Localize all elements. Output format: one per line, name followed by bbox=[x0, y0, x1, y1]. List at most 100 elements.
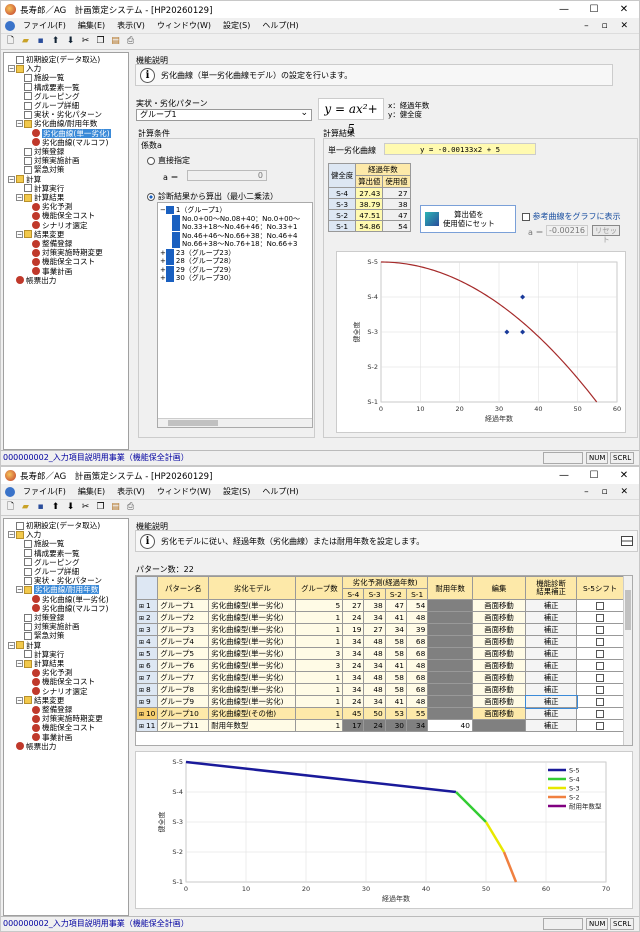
group-tree[interactable]: −1（グループ1） No.0+00～No.08+40：No.0+00～ No.33+… bbox=[157, 202, 313, 428]
cut-icon-2[interactable]: ✂ bbox=[80, 502, 91, 513]
menu-help-2[interactable]: ヘルプ(H) bbox=[256, 486, 304, 497]
print-icon[interactable]: ⎙ bbox=[125, 36, 136, 47]
expand-icon[interactable]: ⊞ bbox=[139, 723, 146, 730]
navigation-tree-2[interactable]: 初期設定(データ取込) − 入力 施設一覧 構成要素一覧 グルーピング グループ詳細 実状・劣… bbox=[3, 518, 129, 916]
ref-a-input[interactable]: -0.00216 bbox=[546, 225, 588, 236]
table-row[interactable]: ⊞ 11 グループ11 耐用年数型 1 17 24 30 34 40 補正 bbox=[136, 719, 624, 732]
menu-edit[interactable]: 編集(E) bbox=[72, 20, 111, 31]
tree-item[interactable]: 構成要素一覧 bbox=[24, 83, 80, 92]
row-s1[interactable]: 55 bbox=[405, 707, 429, 720]
open-icon[interactable]: ▰ bbox=[20, 36, 31, 47]
table-row[interactable]: ⊞ 9 グループ9 劣化曲線型(単一劣化) 1 24 34 41 48 画面移動 補正 bbox=[136, 694, 624, 709]
shift-checkbox[interactable] bbox=[596, 710, 605, 718]
maximize-icon-2[interactable]: ☐ bbox=[579, 470, 609, 481]
row-s1[interactable]: 48 bbox=[405, 659, 429, 672]
row-s3[interactable]: 48 bbox=[363, 635, 386, 648]
group-checkbox[interactable] bbox=[165, 274, 174, 282]
shift-checkbox[interactable] bbox=[596, 626, 605, 634]
tree-item[interactable]: − 入力 bbox=[8, 64, 41, 73]
row-edit-button[interactable]: 画面移動 bbox=[471, 623, 527, 636]
shift-checkbox[interactable] bbox=[596, 638, 605, 646]
copy-icon-2[interactable]: ❐ bbox=[95, 502, 106, 513]
tree-item[interactable]: 実状・劣化パターン bbox=[24, 110, 102, 119]
row-edit-button[interactable]: 画面移動 bbox=[471, 659, 527, 672]
tree-item[interactable]: 実状・劣化パターン bbox=[24, 576, 102, 585]
shift-checkbox[interactable] bbox=[596, 698, 605, 706]
a-input[interactable]: 0 bbox=[187, 170, 267, 181]
collapse-icon[interactable]: − bbox=[8, 641, 15, 649]
new-icon[interactable]: 🗋 bbox=[5, 36, 16, 47]
table-row[interactable]: ⊞ 3 グループ3 劣化曲線型(単一劣化) 1 19 27 34 39 画面移動 補正 bbox=[136, 623, 624, 636]
reset-button[interactable]: リセット bbox=[592, 225, 620, 244]
tree-item[interactable]: 帳票出力 bbox=[16, 276, 56, 285]
minimize-icon-2[interactable]: — bbox=[549, 470, 579, 481]
row-correct-button[interactable]: 補正 bbox=[525, 659, 578, 672]
row-used[interactable]: 38 bbox=[382, 198, 411, 210]
table-row[interactable]: ⊞ 6 グループ6 劣化曲線型(単一劣化) 3 24 34 41 48 画面移動 補正 bbox=[136, 659, 624, 672]
tree-item[interactable]: 計算実行 bbox=[24, 184, 64, 193]
copy-icon[interactable]: ❐ bbox=[95, 36, 106, 47]
row-correct-button[interactable]: 補正 bbox=[525, 671, 578, 684]
tree-item[interactable]: 劣化曲線(単一劣化) bbox=[32, 128, 111, 138]
tree-item[interactable]: 機能保全コスト bbox=[32, 211, 95, 220]
shift-checkbox[interactable] bbox=[596, 614, 605, 622]
row-correct-button[interactable]: 補正 bbox=[525, 683, 578, 696]
menu-settings[interactable]: 設定(S) bbox=[217, 20, 256, 31]
row-s2[interactable]: 47 bbox=[384, 599, 407, 612]
expand-icon[interactable]: ⊞ bbox=[139, 711, 146, 718]
tree-item[interactable]: 対策実施計画 bbox=[24, 156, 80, 165]
row-s4[interactable]: 45 bbox=[342, 707, 365, 720]
tree-item[interactable]: 構成要素一覧 bbox=[24, 549, 80, 558]
table-row[interactable]: ⊞ 10 グループ10 劣化曲線型(その他) 1 45 50 53 55 画面移動 補正 bbox=[136, 707, 624, 720]
collapse-icon[interactable]: − bbox=[16, 230, 23, 238]
open-icon-2[interactable]: ▰ bbox=[20, 502, 31, 513]
row-s3[interactable]: 34 bbox=[363, 611, 386, 624]
menu-edit-2[interactable]: 編集(E) bbox=[72, 486, 111, 497]
close-icon-2[interactable]: ✕ bbox=[609, 470, 639, 481]
tree-item[interactable]: 初期設定(データ取込) bbox=[16, 521, 100, 530]
row-s2[interactable]: 58 bbox=[384, 635, 407, 648]
row-s3[interactable]: 48 bbox=[363, 647, 386, 660]
row-s2[interactable]: 41 bbox=[384, 695, 407, 708]
print-icon-2[interactable]: ⎙ bbox=[125, 502, 136, 513]
maximize-icon[interactable]: ☐ bbox=[579, 4, 609, 15]
tree-item[interactable]: 施設一覧 bbox=[24, 73, 64, 82]
close-icon[interactable]: ✕ bbox=[609, 4, 639, 15]
table-scrollbar[interactable] bbox=[623, 576, 632, 745]
tree-item[interactable]: 整備登録 bbox=[32, 239, 72, 248]
tree-item[interactable]: 対策登録 bbox=[24, 147, 64, 156]
row-s1[interactable]: 68 bbox=[405, 635, 429, 648]
collapse-icon[interactable]: − bbox=[16, 194, 23, 201]
tree-item[interactable]: 初期設定(データ取込) bbox=[16, 55, 100, 64]
tree-item[interactable]: − 入力 bbox=[8, 530, 41, 539]
panel-toggle-icon[interactable] bbox=[621, 536, 633, 546]
row-s1[interactable]: 48 bbox=[405, 695, 429, 708]
expand-icon[interactable]: ⊞ bbox=[139, 663, 146, 670]
menu-view-2[interactable]: 表示(V) bbox=[111, 486, 151, 497]
shift-checkbox[interactable] bbox=[596, 722, 605, 730]
tree-item[interactable]: シナリオ選定 bbox=[32, 687, 88, 696]
tree-item[interactable]: − 劣化曲線/耐用年数 bbox=[16, 119, 97, 128]
tree-item[interactable]: − 計算結果 bbox=[16, 659, 64, 668]
menu-settings-2[interactable]: 設定(S) bbox=[217, 486, 256, 497]
row-edit-button[interactable]: 画面移動 bbox=[471, 599, 527, 612]
row-s4[interactable]: 24 bbox=[342, 695, 365, 708]
row-correct-button[interactable]: 補正 bbox=[525, 635, 578, 648]
tree-item[interactable]: 対策実施計画 bbox=[24, 622, 80, 631]
tree-item[interactable]: 劣化曲線(マルコフ) bbox=[32, 604, 109, 613]
shift-checkbox[interactable] bbox=[596, 662, 605, 670]
row-s1[interactable]: 48 bbox=[405, 611, 429, 624]
tree-item[interactable]: 緊急対策 bbox=[24, 165, 64, 174]
row-s1[interactable]: 68 bbox=[405, 647, 429, 660]
row-edit-button[interactable]: 画面移動 bbox=[471, 695, 527, 708]
collapse-icon[interactable]: − bbox=[8, 65, 15, 73]
row-correct-button[interactable]: 補正 bbox=[525, 623, 578, 636]
table-scroll-thumb[interactable] bbox=[625, 590, 631, 630]
row-s2[interactable]: 41 bbox=[384, 659, 407, 672]
row-s3[interactable]: 50 bbox=[363, 707, 386, 720]
menu-file[interactable]: ファイル(F) bbox=[17, 20, 72, 31]
tree-item[interactable]: 緊急対策 bbox=[24, 631, 64, 640]
tree-item[interactable]: − 結果変更 bbox=[16, 230, 64, 239]
table-row[interactable]: ⊞ 4 グループ4 劣化曲線型(単一劣化) 1 34 48 58 68 画面移動 補正 bbox=[136, 635, 624, 648]
tree-item[interactable]: シナリオ選定 bbox=[32, 221, 88, 230]
